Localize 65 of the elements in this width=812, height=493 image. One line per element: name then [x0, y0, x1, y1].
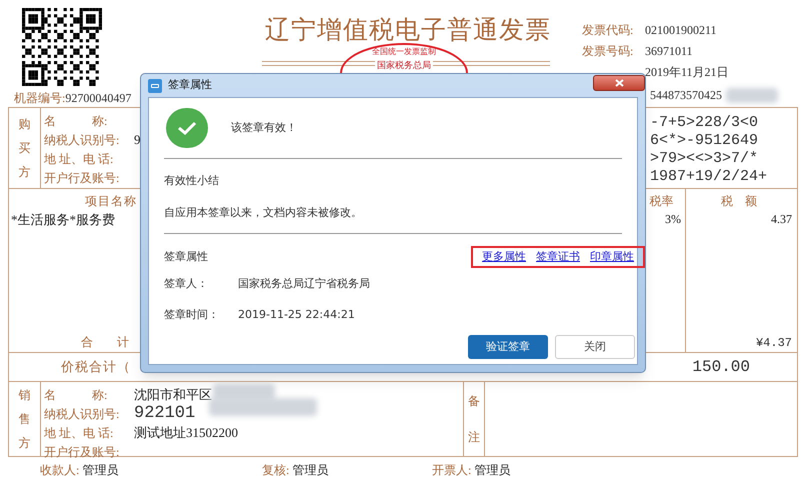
column-header: 税率 — [650, 193, 674, 210]
cipher-text: >79><<>3>7/* — [650, 150, 760, 168]
cipher-text: 1987+19/2/24+ — [650, 168, 768, 186]
property-link[interactable]: 印章属性 — [590, 248, 634, 266]
check-code: 544873570425 — [650, 87, 722, 104]
field-value: 国家税务总局辽宁省税务局 — [238, 276, 370, 292]
side-label: 购买方 — [18, 116, 30, 181]
field-label: 开户行及账号: — [44, 170, 120, 186]
section-heading: 签章属性 — [164, 248, 208, 265]
field-label: 名 称: — [44, 386, 108, 404]
checkmark-icon — [177, 121, 197, 135]
grand-total-label: 价税合计（ — [61, 358, 131, 376]
field-label: 名 称: — [44, 112, 108, 130]
grand-total-amount: 150.00 — [692, 357, 750, 378]
meta-label: 发票代码: — [582, 23, 634, 37]
footer-label: 复核: — [262, 462, 290, 479]
meta-value: 021001900211 — [645, 22, 717, 39]
machine-number: 92700040497 — [65, 90, 132, 107]
field-label: 地 址、电 话: — [44, 424, 114, 442]
side-label: 销售方 — [18, 387, 30, 452]
footer-value: 管理员 — [474, 462, 510, 479]
total-tax: ¥4.37 — [756, 335, 792, 352]
cipher-text: -7+5>228/3<0 — [650, 114, 760, 132]
field-label: 纳税人识别号: — [44, 132, 120, 148]
meta-value: 36971011 — [645, 43, 693, 60]
summary-text: 自应用本签章以来，文档内容未被修改。 — [164, 204, 363, 220]
field-label: 签章人： — [164, 276, 209, 292]
total-label: 合 计 — [81, 334, 129, 351]
tax-rate: 3% — [665, 211, 681, 228]
invoice-title: 辽宁增值税电子普通发票 — [265, 18, 552, 43]
property-link[interactable]: 签章证书 — [536, 248, 580, 266]
cipher-text: 6<*>-9512649 — [650, 132, 760, 150]
column-header: 税 额 — [721, 193, 757, 210]
footer-value: 管理员 — [292, 462, 328, 479]
blurred-block — [726, 88, 778, 102]
stamp-text: 国家税务总局 — [375, 60, 433, 71]
property-link[interactable]: 更多属性 — [482, 248, 526, 266]
field-label: 签章时间： — [164, 306, 220, 322]
app-icon — [148, 78, 162, 92]
footer-label: 开票人: — [432, 462, 472, 479]
close-button[interactable] — [593, 75, 645, 91]
field-value: 2019-11-25 22:44:21 — [238, 306, 355, 322]
field-value: 沈阳市和平区 — [134, 386, 212, 404]
field-label: 纳税人识别号: — [44, 406, 120, 422]
close-dialog-button[interactable]: 关闭 — [555, 335, 635, 359]
section-heading: 有效性小结 — [164, 173, 220, 189]
close-icon — [614, 79, 624, 87]
remark-label: 备注 — [468, 393, 480, 446]
footer-value: 管理员 — [82, 462, 118, 479]
footer-label: 收款人: — [40, 462, 80, 479]
dialog-title: 签章属性 — [168, 77, 212, 94]
meta-value: 2019年11月21日 — [645, 64, 729, 81]
stamp-text: 全国统一发票监制 — [372, 47, 436, 57]
status-message: 该签章有效！ — [231, 120, 297, 136]
column-header: 项目名称 — [85, 193, 137, 210]
field-value: 9 — [134, 130, 140, 149]
meta-label: 发票号码: — [582, 44, 634, 58]
field-value: 922101 — [134, 402, 196, 425]
verify-button[interactable]: 验证签章 — [468, 335, 548, 359]
tax-amount: 4.37 — [771, 211, 792, 228]
field-value: 测试地址31502200 — [134, 424, 238, 442]
machine-number-label: 机器编号: — [14, 90, 66, 107]
item-name: *生活服务*服务费 — [11, 211, 115, 229]
field-label: 地 址、电 话: — [44, 150, 114, 168]
field-label: 开户行及账号: — [44, 444, 120, 460]
